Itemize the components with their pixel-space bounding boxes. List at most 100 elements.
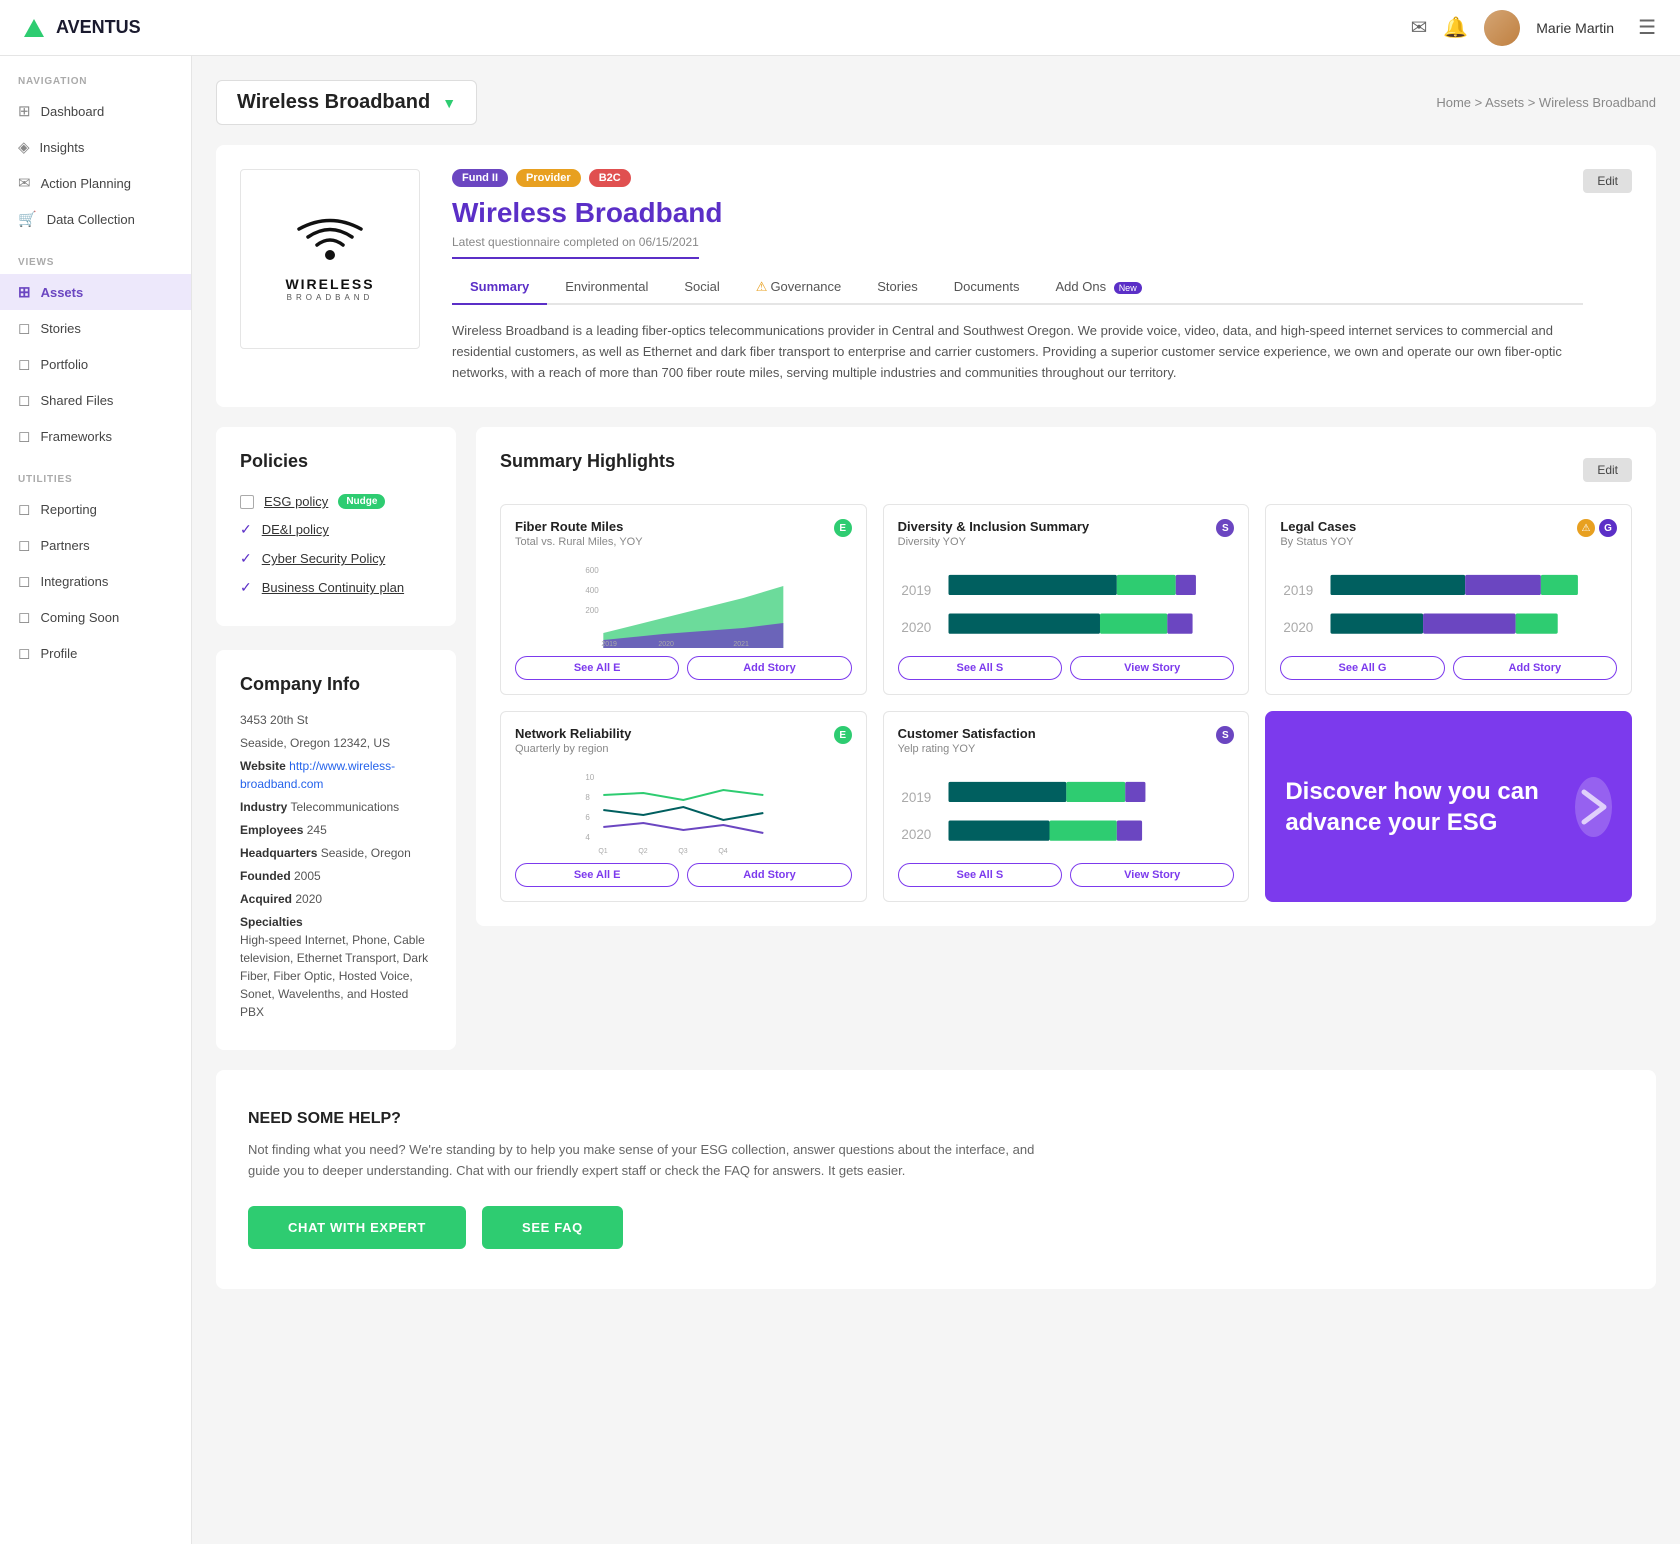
page-title-dropdown[interactable]: Wireless Broadband ▼ — [216, 80, 477, 125]
sidebar-item-data-collection[interactable]: 🛒 Data Collection — [0, 201, 191, 237]
tab-stories[interactable]: Stories — [859, 271, 935, 305]
sidebar-item-reporting[interactable]: ◻ Reporting — [0, 491, 191, 527]
company-info-right: Fund II Provider B2C Wireless Broadband … — [452, 169, 1583, 383]
sidebar-item-insights[interactable]: ◈ Insights — [0, 129, 191, 165]
logo-text-broadband: BROADBAND — [287, 293, 374, 302]
fiber-add-story-btn[interactable]: Add Story — [687, 656, 851, 680]
customer-chart-actions: See All S View Story — [898, 863, 1235, 887]
avatar[interactable] — [1484, 10, 1520, 46]
fiber-chart-actions: See All E Add Story — [515, 656, 852, 680]
fiber-chart-subtitle: Total vs. Rural Miles, YOY — [515, 536, 643, 548]
sidebar-item-shared-files[interactable]: ◻ Shared Files — [0, 382, 191, 418]
coming-soon-icon: ◻ — [18, 608, 30, 626]
bcp-policy-link[interactable]: Business Continuity plan — [262, 580, 404, 595]
sidebar-item-frameworks[interactable]: ◻ Frameworks — [0, 418, 191, 454]
company-acquired-row: Acquired 2020 — [240, 890, 432, 908]
bell-icon[interactable]: 🔔 — [1443, 15, 1468, 40]
svg-text:2020: 2020 — [658, 641, 674, 648]
customer-see-all-btn[interactable]: See All S — [898, 863, 1062, 887]
sidebar-item-partners[interactable]: ◻ Partners — [0, 527, 191, 563]
bcp-check-icon: ✓ — [240, 579, 252, 596]
diversity-svg: 0 10 20 30 40 50 60 2019 — [898, 558, 1235, 648]
network-see-all-btn[interactable]: See All E — [515, 863, 679, 887]
company-website-row: Website http://www.wireless-broadband.co… — [240, 757, 432, 793]
customer-view-story-btn[interactable]: View Story — [1070, 863, 1234, 887]
svg-text:400: 400 — [585, 586, 599, 595]
company-industry-row: Industry Telecommunications — [240, 798, 432, 816]
tab-social[interactable]: Social — [666, 271, 737, 305]
specialties-label: Specialties — [240, 913, 432, 931]
employees-value: 245 — [307, 823, 327, 837]
esg-checkbox[interactable] — [240, 495, 254, 509]
nav-label: NAVIGATION — [0, 56, 191, 93]
highlights-edit-button[interactable]: Edit — [1583, 458, 1632, 482]
app-logo[interactable]: AVENTUS — [24, 17, 141, 38]
dei-check-icon: ✓ — [240, 521, 252, 538]
sidebar-item-label: Portfolio — [40, 357, 88, 372]
sidebar-item-label: Integrations — [40, 574, 108, 589]
profile-icon: ◻ — [18, 644, 30, 662]
esg-policy-link[interactable]: ESG policy — [264, 494, 328, 509]
customer-svg: 0 10 20 30 40 50 60 2019 — [898, 765, 1235, 855]
fiber-see-all-btn[interactable]: See All E — [515, 656, 679, 680]
diversity-see-all-btn[interactable]: See All S — [898, 656, 1062, 680]
dei-policy-link[interactable]: DE&I policy — [262, 522, 329, 537]
see-faq-button[interactable]: SEE FAQ — [482, 1206, 623, 1249]
hq-label: Headquarters — [240, 846, 317, 860]
network-add-story-btn[interactable]: Add Story — [687, 863, 851, 887]
insights-icon: ◈ — [18, 138, 30, 156]
policy-item-dei: ✓ DE&I policy — [240, 515, 432, 544]
legal-chart-actions: See All G Add Story — [1280, 656, 1617, 680]
svg-text:4: 4 — [585, 833, 590, 842]
sidebar-item-action-planning[interactable]: ✉ Action Planning — [0, 165, 191, 201]
sidebar-item-coming-soon[interactable]: ◻ Coming Soon — [0, 599, 191, 635]
hamburger-icon[interactable]: ☰ — [1638, 15, 1656, 40]
main-content: Wireless Broadband ▼ Home > Assets > Wir… — [192, 56, 1680, 1333]
sidebar-item-stories[interactable]: ◻ Stories — [0, 310, 191, 346]
diversity-chart-area: 0 10 20 30 40 50 60 2019 — [898, 558, 1235, 648]
sidebar-item-integrations[interactable]: ◻ Integrations — [0, 563, 191, 599]
svg-text:2021: 2021 — [733, 641, 749, 648]
customer-chart-area: 0 10 20 30 40 50 60 2019 — [898, 765, 1235, 855]
utilities-label: UTILITIES — [0, 454, 191, 491]
svg-text:2020: 2020 — [901, 620, 931, 635]
company-city: Seaside, Oregon 12342, US — [240, 734, 432, 752]
company-edit-button[interactable]: Edit — [1583, 169, 1632, 193]
tag-fund: Fund II — [452, 169, 508, 187]
avatar-image — [1484, 10, 1520, 46]
dashboard-icon: ⊞ — [18, 102, 31, 120]
sidebar-item-assets[interactable]: ⊞ Assets — [0, 274, 191, 310]
legal-add-story-btn[interactable]: Add Story — [1453, 656, 1617, 680]
svg-text:Q2: Q2 — [638, 848, 647, 855]
cyber-policy-link[interactable]: Cyber Security Policy — [262, 551, 386, 566]
sidebar-item-profile[interactable]: ◻ Profile — [0, 635, 191, 671]
help-buttons: CHAT WITH EXPERT SEE FAQ — [248, 1206, 1624, 1249]
svg-text:Q4: Q4 — [718, 848, 727, 855]
esg-discovery-card[interactable]: Discover how you can advance your ESG — [1265, 711, 1632, 902]
sidebar-item-portfolio[interactable]: ◻ Portfolio — [0, 346, 191, 382]
svg-text:600: 600 — [585, 566, 599, 575]
sidebar-item-label: Partners — [40, 538, 89, 553]
email-icon[interactable]: ✉ — [1411, 15, 1428, 40]
sidebar: NAVIGATION ⊞ Dashboard ◈ Insights ✉ Acti… — [0, 56, 192, 1544]
nudge-badge[interactable]: Nudge — [338, 494, 385, 509]
cyber-check-icon: ✓ — [240, 550, 252, 567]
diversity-view-story-btn[interactable]: View Story — [1070, 656, 1234, 680]
tab-environmental[interactable]: Environmental — [547, 271, 666, 305]
tab-governance[interactable]: ⚠Governance — [738, 271, 859, 305]
sidebar-item-dashboard[interactable]: ⊞ Dashboard — [0, 93, 191, 129]
tab-summary[interactable]: Summary — [452, 271, 547, 305]
esg-arrow-icon — [1575, 777, 1612, 837]
tab-documents[interactable]: Documents — [936, 271, 1038, 305]
policy-item-bcp: ✓ Business Continuity plan — [240, 573, 432, 602]
chat-expert-button[interactable]: CHAT WITH EXPERT — [248, 1206, 466, 1249]
svg-text:2020: 2020 — [1284, 620, 1314, 635]
tab-addons[interactable]: Add Ons New — [1037, 271, 1159, 305]
network-chart-subtitle: Quarterly by region — [515, 743, 631, 755]
questionnaire-date: Latest questionnaire completed on 06/15/… — [452, 235, 699, 259]
sidebar-item-label: Dashboard — [41, 104, 105, 119]
acquired-label: Acquired — [240, 892, 292, 906]
frameworks-icon: ◻ — [18, 427, 30, 445]
legal-see-all-btn[interactable]: See All G — [1280, 656, 1444, 680]
reporting-icon: ◻ — [18, 500, 30, 518]
